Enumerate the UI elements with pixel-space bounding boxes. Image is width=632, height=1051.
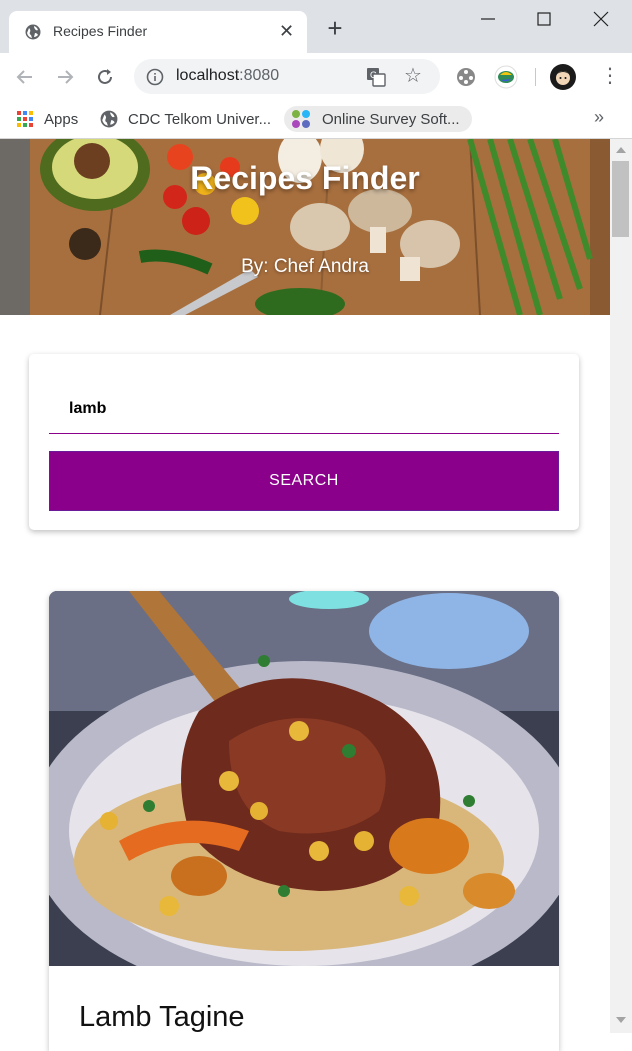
url-text: localhost:8080 (176, 67, 279, 85)
reload-icon[interactable] (94, 66, 116, 88)
browser-tab[interactable]: Recipes Finder ✕ (9, 11, 307, 53)
globe-icon (25, 24, 41, 40)
translate-icon[interactable]: G (366, 67, 386, 87)
bookmark-apps[interactable]: Apps (16, 106, 78, 132)
bookmark-online-survey[interactable]: Online Survey Soft... (284, 106, 472, 132)
scroll-up-arrow-icon[interactable] (616, 147, 626, 153)
search-button[interactable]: SEARCH (49, 451, 559, 511)
info-icon[interactable] (146, 68, 164, 86)
more-bookmarks-icon[interactable]: » (594, 107, 604, 128)
window-close-icon[interactable] (589, 7, 613, 31)
address-bar[interactable]: localhost:8080 G ☆ (134, 59, 440, 94)
profile-avatar[interactable] (550, 64, 576, 90)
browser-toolbar: localhost:8080 G ☆ ⋮ (0, 53, 632, 100)
bookmark-label: Online Survey Soft... (322, 110, 460, 128)
recipe-card[interactable]: Lamb Tagine (49, 591, 559, 1051)
new-tab-button[interactable]: + (323, 15, 347, 41)
hero-banner: Recipes Finder By: Chef Andra (0, 139, 610, 315)
globe-extension-icon[interactable] (494, 65, 518, 89)
bookmark-label: CDC Telkom Univer... (128, 110, 272, 128)
bookmark-star-icon[interactable]: ☆ (404, 65, 422, 87)
bookmarks-bar: Apps CDC Telkom Univer... Online Survey … (0, 100, 632, 139)
film-extension-icon[interactable] (454, 65, 478, 89)
survey-dots-icon (292, 110, 310, 128)
page-title: Recipes Finder (190, 160, 420, 196)
search-input[interactable] (49, 384, 559, 434)
minimize-icon[interactable] (476, 7, 500, 31)
apps-grid-icon (17, 111, 33, 127)
browser-titlebar: Recipes Finder ✕ + (0, 0, 632, 53)
globe-icon (100, 110, 118, 128)
more-menu-icon[interactable]: ⋮ (600, 66, 620, 86)
tab-close-icon[interactable]: ✕ (279, 20, 294, 42)
bookmark-cdc-telkom[interactable]: CDC Telkom Univer... (100, 106, 271, 132)
maximize-icon[interactable] (532, 7, 556, 31)
forward-icon[interactable] (54, 66, 76, 88)
svg-text:G: G (370, 70, 377, 80)
page-scrollbar[interactable] (610, 139, 632, 1033)
toolbar-separator (535, 68, 536, 86)
scroll-down-arrow-icon[interactable] (616, 1017, 626, 1023)
page-subtitle: By: Chef Andra (241, 256, 369, 277)
tab-title: Recipes Finder (53, 23, 148, 39)
search-card: SEARCH (29, 354, 579, 530)
bookmark-label: Apps (44, 110, 79, 128)
url-port: :8080 (239, 67, 280, 84)
back-icon[interactable] (14, 66, 36, 88)
recipe-image (49, 591, 559, 966)
url-host: localhost (176, 67, 240, 84)
scrollbar-thumb[interactable] (612, 161, 629, 237)
recipe-title: Lamb Tagine (79, 1001, 245, 1033)
